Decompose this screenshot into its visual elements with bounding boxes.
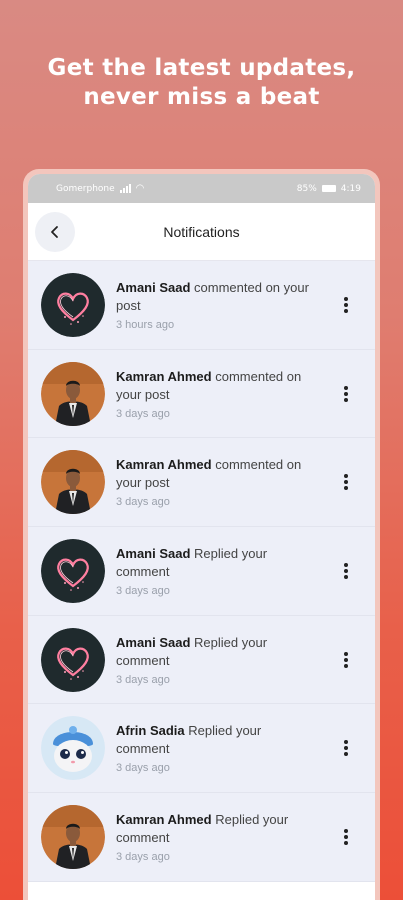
more-options-icon[interactable] xyxy=(341,650,351,670)
notification-text: Kamran Ahmed Replied your comment 3 days … xyxy=(116,811,316,863)
notification-time: 3 days ago xyxy=(116,496,170,509)
notification-time: 3 days ago xyxy=(116,407,170,420)
status-time: 4:19 xyxy=(340,183,361,194)
app-header: Notifications xyxy=(28,203,375,261)
headline-line-2: never miss a beat xyxy=(83,84,320,110)
notification-user-name[interactable]: Kamran Ahmed xyxy=(116,369,212,384)
notification-message: Kamran Ahmed Replied your comment xyxy=(116,811,316,847)
notification-message: Amani Saad Replied your comment xyxy=(116,634,316,670)
status-bar: Gomerphone ◠ 85% 4:19 xyxy=(28,174,375,203)
avatar[interactable] xyxy=(41,804,105,869)
chevron-left-icon xyxy=(51,226,58,238)
avatar[interactable] xyxy=(41,538,105,603)
more-options-icon[interactable] xyxy=(341,295,351,315)
notification-message: Afrin Sadia Replied your comment xyxy=(116,722,316,758)
headline-line-1: Get the latest updates, xyxy=(47,55,356,81)
notification-item[interactable]: Amani Saad Replied your comment 3 days ag… xyxy=(28,527,375,616)
phone-screen: Gomerphone ◠ 85% 4:19 Notifications Aman xyxy=(28,174,375,900)
battery-icon xyxy=(321,185,336,192)
notification-message: Amani Saad commented on your post xyxy=(116,279,316,315)
notification-item[interactable]: Amani Saad Replied your comment 3 days ag… xyxy=(28,616,375,705)
notification-text: Amani Saad Replied your comment 3 days ag… xyxy=(116,545,316,597)
notification-item[interactable]: Kamran Ahmed commented on your post 3 day… xyxy=(28,438,375,528)
notification-text: Kamran Ahmed commented on your post 3 day… xyxy=(116,456,316,508)
wifi-icon: ◠ xyxy=(135,183,145,194)
notification-item[interactable]: Amani Saad commented on your post 3 hours… xyxy=(28,261,375,350)
notification-time: 3 days ago xyxy=(116,762,170,775)
phone-frame: Gomerphone ◠ 85% 4:19 Notifications Aman xyxy=(23,169,380,900)
notification-list: Amani Saad commented on your post 3 hours… xyxy=(28,261,375,882)
more-options-icon[interactable] xyxy=(341,827,351,847)
notification-text: Amani Saad commented on your post 3 hours… xyxy=(116,279,316,331)
promo-headline: Get the latest updates, never miss a bea… xyxy=(0,54,403,112)
carrier-label: Gomerphone xyxy=(56,183,115,194)
notification-user-name[interactable]: Amani Saad xyxy=(116,546,190,561)
notification-user-name[interactable]: Kamran Ahmed xyxy=(116,457,212,472)
notification-time: 3 days ago xyxy=(116,673,170,686)
notification-message: Amani Saad Replied your comment xyxy=(116,545,316,581)
battery-percent: 85% xyxy=(296,183,317,194)
notification-message: Kamran Ahmed commented on your post xyxy=(116,456,316,492)
notification-user-name[interactable]: Kamran Ahmed xyxy=(116,812,212,827)
notification-item[interactable]: Kamran Ahmed commented on your post 3 day… xyxy=(28,350,375,439)
notification-time: 3 hours ago xyxy=(116,318,175,331)
notification-item[interactable]: Kamran Ahmed Replied your comment 3 days … xyxy=(28,793,375,882)
more-options-icon[interactable] xyxy=(341,472,351,492)
page-title: Notifications xyxy=(163,223,240,240)
notification-time: 3 days ago xyxy=(116,850,170,863)
more-options-icon[interactable] xyxy=(341,384,351,404)
notification-user-name[interactable]: Amani Saad xyxy=(116,280,190,295)
back-button[interactable] xyxy=(35,212,75,252)
signal-icon xyxy=(119,184,131,193)
notification-user-name[interactable]: Afrin Sadia xyxy=(116,723,185,738)
notification-time: 3 days ago xyxy=(116,584,170,597)
more-options-icon[interactable] xyxy=(341,738,351,758)
avatar[interactable] xyxy=(41,627,105,692)
avatar[interactable] xyxy=(41,450,105,515)
notification-item[interactable]: Afrin Sadia Replied your comment 3 days a… xyxy=(28,704,375,794)
more-options-icon[interactable] xyxy=(341,561,351,581)
notification-message: Kamran Ahmed commented on your post xyxy=(116,368,316,404)
avatar[interactable] xyxy=(41,361,105,426)
notification-text: Afrin Sadia Replied your comment 3 days a… xyxy=(116,722,316,774)
notification-user-name[interactable]: Amani Saad xyxy=(116,635,190,650)
avatar[interactable] xyxy=(41,272,105,337)
notification-text: Amani Saad Replied your comment 3 days ag… xyxy=(116,634,316,686)
notification-text: Kamran Ahmed commented on your post 3 day… xyxy=(116,368,316,420)
avatar[interactable] xyxy=(41,716,105,781)
